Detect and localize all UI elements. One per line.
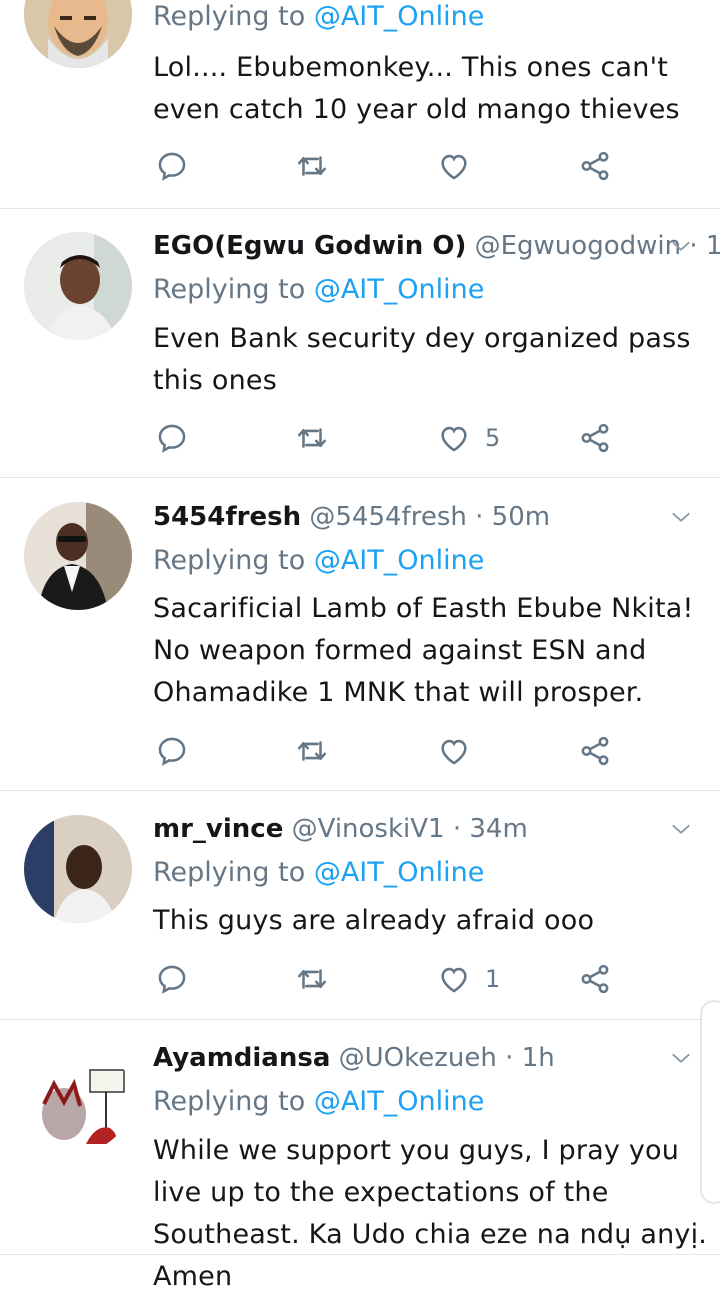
tweet-header: EGO(Egwu Godwin O) @Egwuogodwin · 1h: [153, 229, 720, 263]
tweet-actions: 5: [153, 418, 623, 458]
chevron-down-icon[interactable]: [670, 1047, 692, 1069]
tweet-card[interactable]: Replying to @AIT_Online Lol.... Ebubemon…: [0, 0, 720, 209]
chevron-down-icon[interactable]: [670, 235, 692, 257]
chevron-down-icon[interactable]: [670, 506, 692, 528]
retweet-button[interactable]: [295, 418, 329, 458]
reply-icon: [158, 737, 186, 766]
retweet-icon: [297, 969, 327, 989]
tweet-card[interactable]: 5454fresh @5454fresh · 50m Replying to @…: [0, 478, 720, 791]
scrollbar[interactable]: [700, 1000, 720, 1204]
display-name[interactable]: EGO(Egwu Godwin O): [153, 231, 466, 261]
retweet-icon: [297, 156, 327, 176]
like-button[interactable]: 5: [437, 418, 500, 458]
replying-to: Replying to @AIT_Online: [153, 544, 484, 578]
tweet-text: While we support you guys, I pray you li…: [153, 1135, 708, 1292]
share-button[interactable]: [578, 146, 612, 186]
separator-dot: ·: [475, 502, 484, 532]
share-button[interactable]: [578, 418, 612, 458]
avatar[interactable]: [24, 815, 132, 923]
replying-to: Replying to @AIT_Online: [153, 273, 484, 307]
mention-link[interactable]: @AIT_Online: [314, 274, 485, 305]
like-count: 1: [485, 965, 501, 993]
avatar[interactable]: [24, 1044, 132, 1152]
tweet-text: Even Bank security dey organized pass th…: [153, 323, 691, 396]
like-icon: [441, 154, 467, 180]
tweet-card[interactable]: mr_vince @VinoskiV1 · 34m Replying to @A…: [0, 791, 720, 1020]
tweet-header: 5454fresh @5454fresh · 50m: [153, 500, 550, 534]
user-handle[interactable]: @Egwuogodwin: [475, 231, 681, 261]
avatar[interactable]: [24, 502, 132, 610]
reply-button[interactable]: [155, 146, 189, 186]
like-button[interactable]: [437, 146, 485, 186]
display-name[interactable]: mr_vince: [153, 814, 283, 844]
display-name[interactable]: Ayamdiansa: [153, 1043, 330, 1073]
user-handle[interactable]: @VinoskiV1: [292, 814, 445, 844]
display-name[interactable]: 5454fresh: [153, 502, 301, 532]
divider: [0, 1254, 720, 1255]
retweet-icon: [297, 741, 327, 761]
share-icon: [581, 423, 609, 453]
tweet-actions: [153, 731, 623, 771]
replying-label: Replying to: [153, 1086, 306, 1117]
reply-icon: [158, 152, 186, 181]
share-button[interactable]: [578, 731, 612, 771]
reply-button[interactable]: [155, 959, 189, 999]
avatar-image: [24, 0, 132, 68]
timestamp[interactable]: 1h: [522, 1043, 555, 1073]
replying-to: Replying to @AIT_Online: [153, 856, 484, 890]
retweet-button[interactable]: [295, 731, 329, 771]
replying-label: Replying to: [153, 274, 306, 305]
timestamp[interactable]: 34m: [469, 814, 527, 844]
avatar[interactable]: [24, 232, 132, 340]
tweet-header: Ayamdiansa @UOkezueh · 1h: [153, 1041, 555, 1075]
like-count: 5: [485, 424, 501, 452]
mention-link[interactable]: @AIT_Online: [314, 857, 485, 888]
separator-dot: ·: [452, 814, 462, 844]
avatar-image: [24, 232, 132, 340]
avatar-image: [24, 502, 132, 610]
mention-link[interactable]: @AIT_Online: [314, 1086, 485, 1117]
reply-button[interactable]: [155, 731, 189, 771]
reply-button[interactable]: [155, 418, 189, 458]
timestamp[interactable]: 1h: [706, 231, 720, 261]
tweet-card[interactable]: Ayamdiansa @UOkezueh · 1h Replying to @A…: [0, 1020, 720, 1292]
user-handle[interactable]: @5454fresh: [309, 502, 466, 532]
avatar-image: [24, 1044, 132, 1152]
like-button[interactable]: [437, 731, 485, 771]
mention-link[interactable]: @AIT_Online: [314, 545, 485, 576]
tweet-text: This guys are already afraid ooo: [153, 905, 595, 936]
retweet-icon: [297, 428, 327, 448]
tweet-text: Sacarificial Lamb of Easth Ebube Nkita! …: [153, 593, 694, 708]
tweet-text: Lol.... Ebubemonkey... This ones can't e…: [153, 52, 680, 125]
chevron-down-icon[interactable]: [670, 818, 692, 840]
retweet-button[interactable]: [295, 959, 329, 999]
reply-icon: [158, 424, 186, 453]
replying-label: Replying to: [153, 545, 306, 576]
like-icon: [441, 739, 467, 765]
tweet-header: mr_vince @VinoskiV1 · 34m: [153, 812, 528, 846]
replying-label: Replying to: [153, 857, 306, 888]
tweet-actions: [153, 146, 623, 186]
share-icon: [581, 736, 609, 766]
replying-to: Replying to @AIT_Online: [153, 1085, 484, 1119]
replying-label: Replying to: [153, 1, 306, 32]
like-icon: [441, 426, 467, 452]
user-handle[interactable]: @UOkezueh: [339, 1043, 497, 1073]
tweet-actions: 1: [153, 959, 623, 999]
avatar[interactable]: [24, 0, 132, 68]
sign-board: [89, 1069, 125, 1093]
avatar-image: [24, 815, 132, 923]
share-icon: [581, 964, 609, 994]
retweet-button[interactable]: [295, 146, 329, 186]
share-icon: [581, 151, 609, 181]
mention-link[interactable]: @AIT_Online: [314, 1, 485, 32]
replying-to: Replying to @AIT_Online: [153, 0, 484, 34]
like-button[interactable]: 1: [437, 959, 500, 999]
timestamp[interactable]: 50m: [492, 502, 550, 532]
reply-icon: [158, 965, 186, 994]
like-icon: [441, 967, 467, 993]
separator-dot: ·: [505, 1043, 514, 1073]
share-button[interactable]: [578, 959, 612, 999]
tweet-card[interactable]: EGO(Egwu Godwin O) @Egwuogodwin · 1h Rep…: [0, 209, 720, 478]
